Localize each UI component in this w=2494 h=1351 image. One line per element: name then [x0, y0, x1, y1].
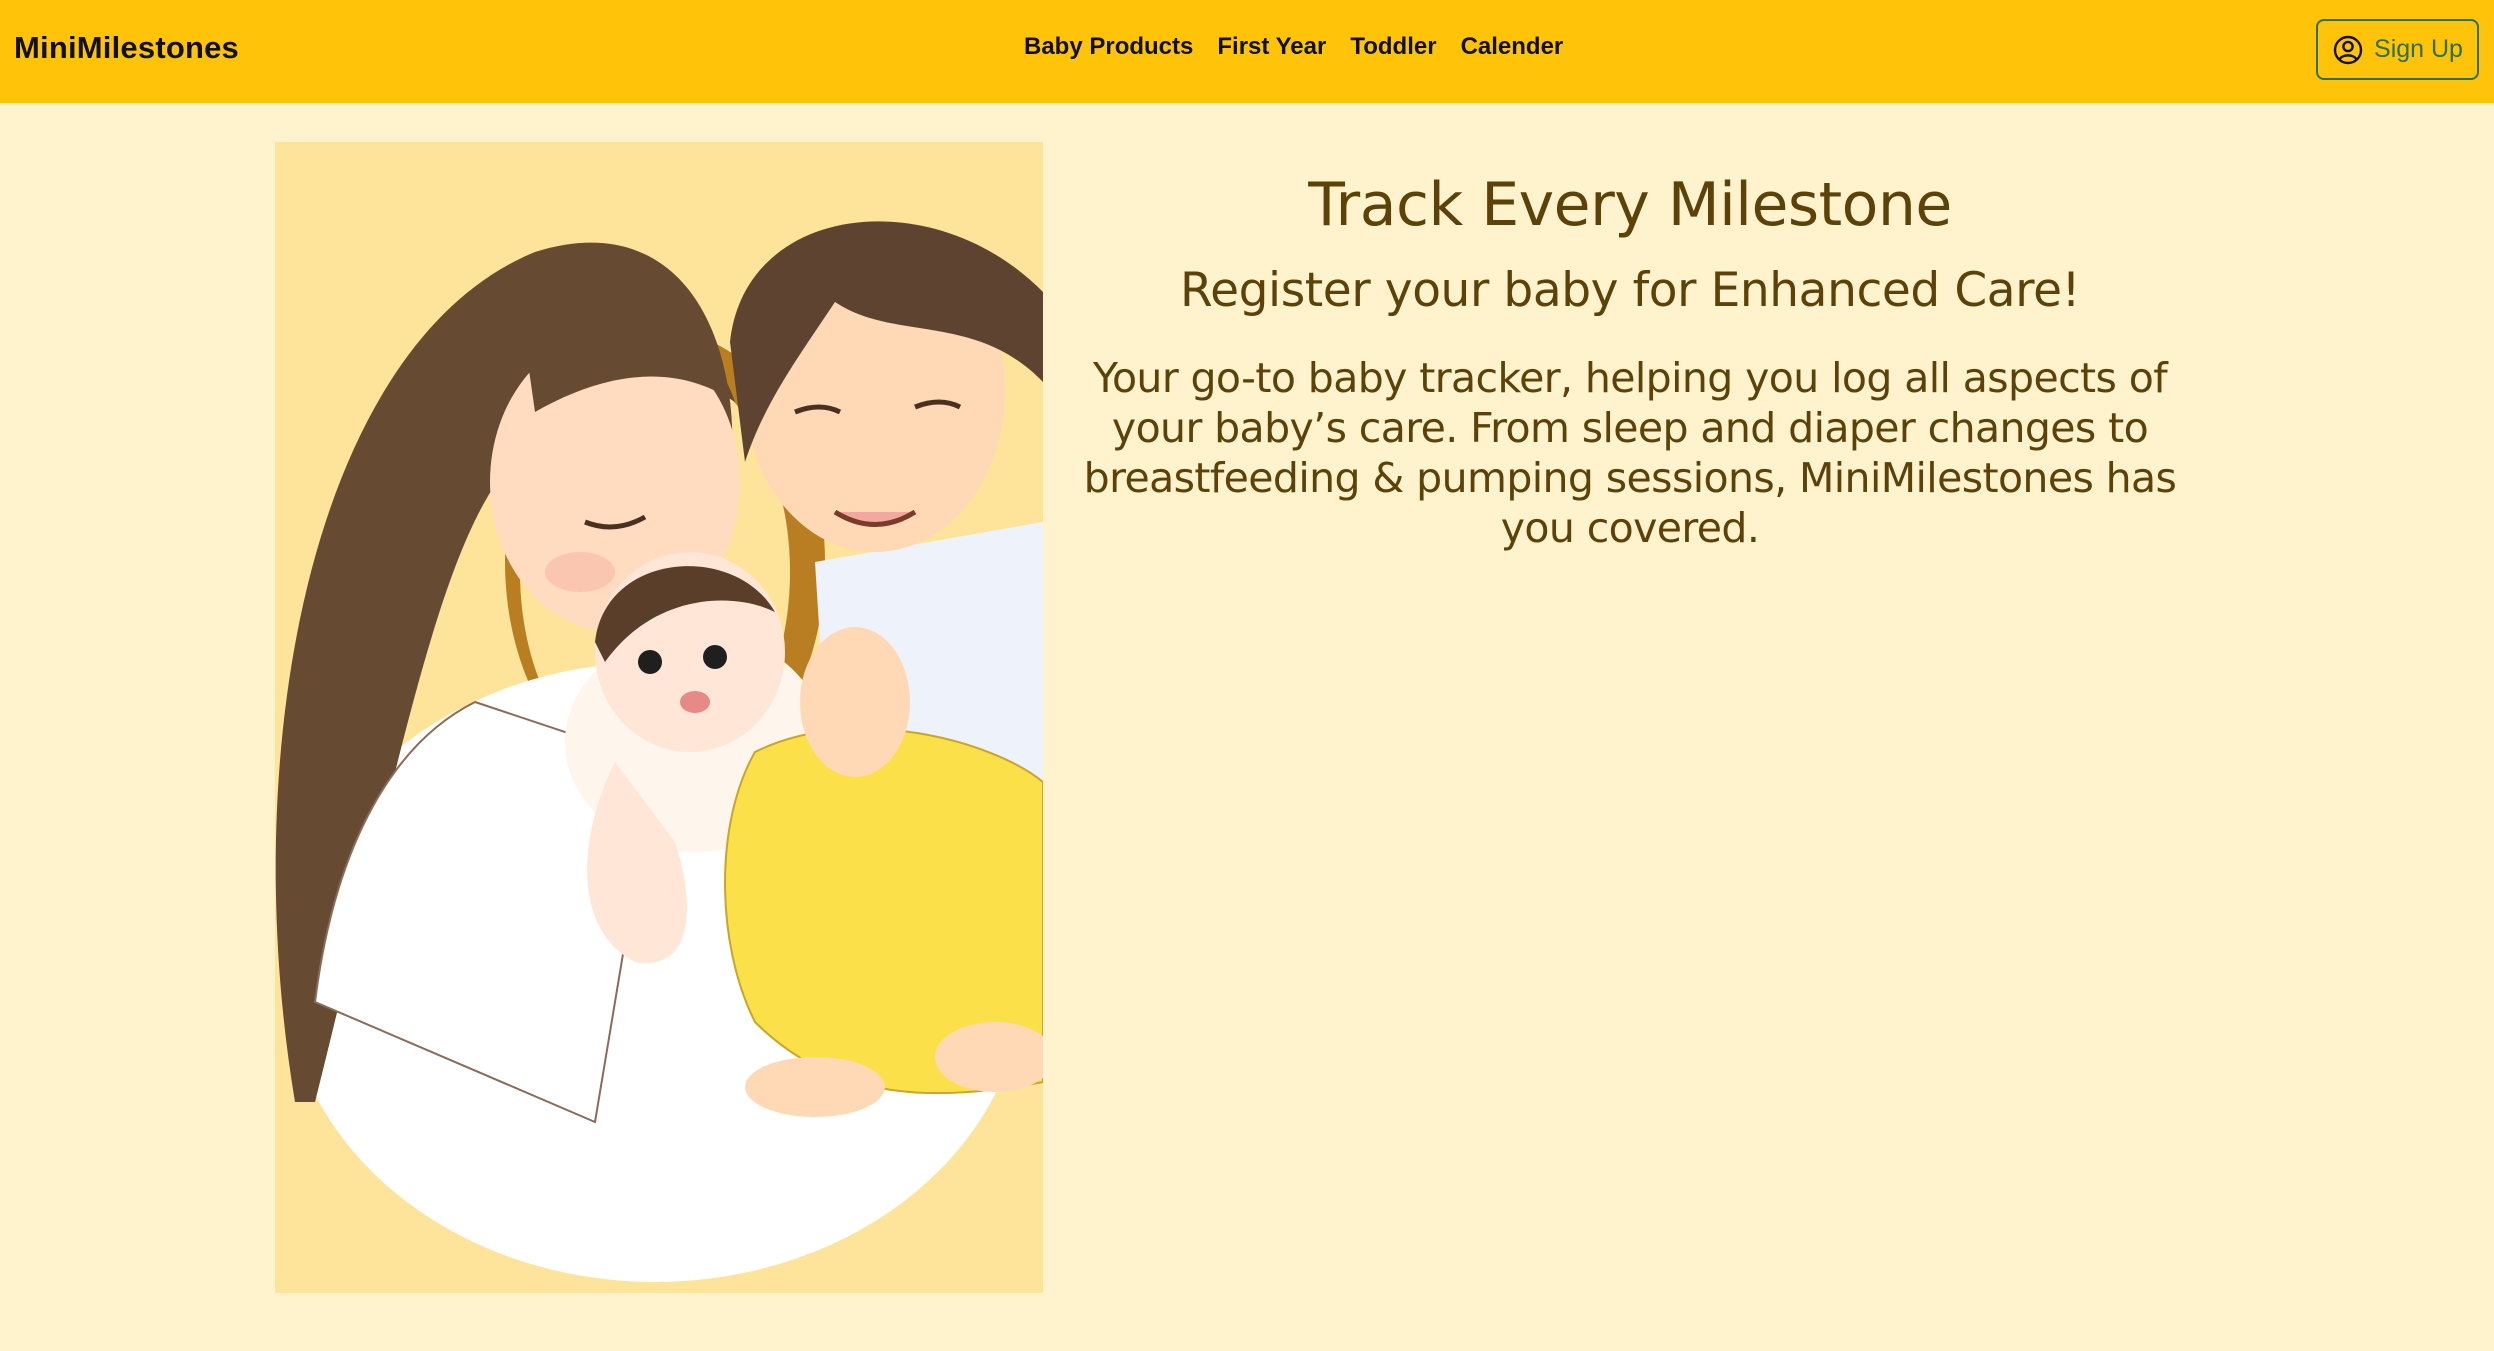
sign-up-label: Sign Up: [2374, 35, 2463, 63]
nav-link-first-year[interactable]: First Year: [1217, 33, 1326, 61]
family-illustration: [275, 142, 1043, 1293]
hero-title: Track Every Milestone: [1308, 170, 1952, 240]
brand-logo[interactable]: MiniMilestones: [14, 30, 239, 66]
hero-subtitle: Register your baby for Enhanced Care!: [1179, 263, 2081, 318]
hero-description: Your go-to baby tracker, helping you log…: [1083, 354, 2177, 552]
hero-text-block: Track Every Milestone Register your baby…: [1049, 165, 2211, 553]
user-circle-icon: [2332, 34, 2364, 66]
nav-link-calender[interactable]: Calender: [1461, 33, 1564, 61]
nav-link-toddler[interactable]: Toddler: [1350, 33, 1436, 61]
nav-link-baby-products[interactable]: Baby Products: [1024, 33, 1193, 61]
top-navbar: MiniMilestones Baby Products First Year …: [0, 0, 2494, 103]
main-nav: Baby Products First Year Toddler Calende…: [1024, 33, 1563, 61]
sign-up-button[interactable]: Sign Up: [2316, 19, 2479, 80]
